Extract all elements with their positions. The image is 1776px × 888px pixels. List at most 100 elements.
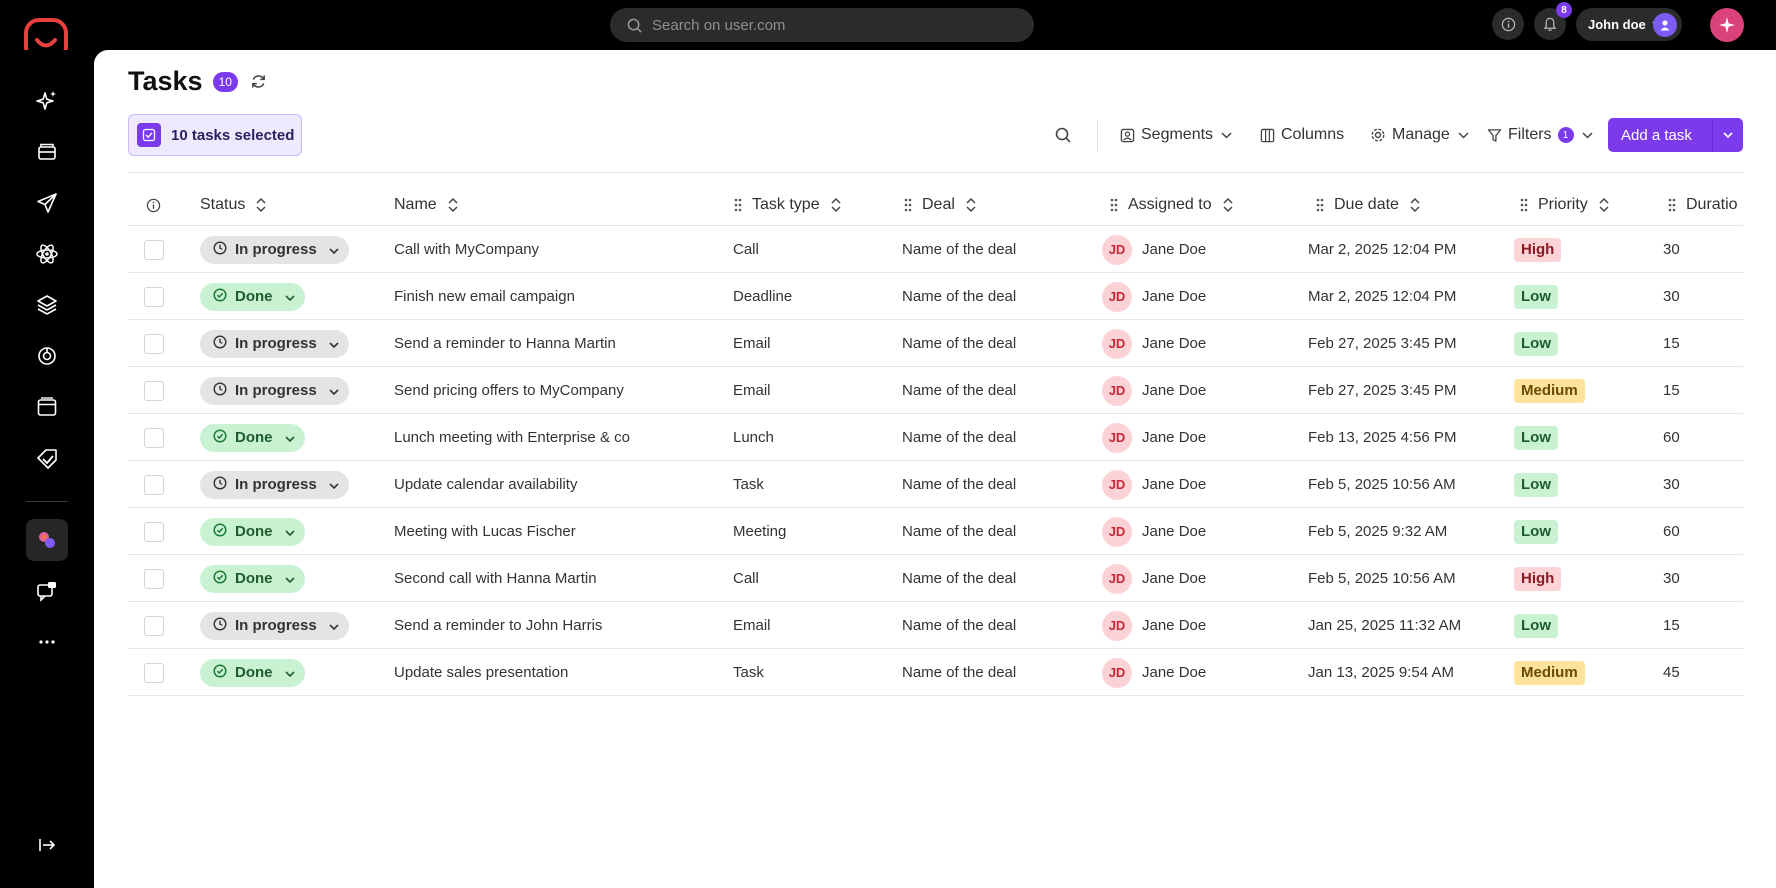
add-task-button[interactable]: Add a task [1608,118,1743,152]
column-header-due-date[interactable]: Due date [1316,188,1421,222]
sidebar-item-inbox[interactable] [26,131,68,173]
sidebar-item-crm[interactable] [26,519,68,561]
status-dropdown[interactable]: Done [200,658,305,687]
table-row[interactable]: In progress Send a reminder to John Harri… [128,602,1743,649]
sidebar-item-analytics[interactable] [26,335,68,377]
selection-indicator[interactable]: 10 tasks selected [128,114,302,156]
sort-icon[interactable] [830,197,842,213]
drag-handle-icon[interactable] [734,198,742,212]
row-checkbox[interactable] [144,287,164,307]
sidebar-item-segments[interactable] [26,284,68,326]
drag-handle-icon[interactable] [1110,198,1118,212]
deal-link[interactable]: Name of the deal [902,555,1016,602]
column-header-task-type[interactable]: Task type [734,188,842,222]
search-input[interactable]: Search on user.com [610,8,1034,42]
sidebar-item-pages[interactable] [26,386,68,428]
column-header-deal[interactable]: Deal [904,188,977,222]
row-checkbox[interactable] [144,381,164,401]
table-row[interactable]: Done Lunch meeting with Enterprise & co Lu… [128,414,1743,461]
column-header-name[interactable]: Name [394,188,459,222]
status-dropdown[interactable]: Done [200,517,305,546]
task-name[interactable]: Update sales presentation [394,649,568,696]
status-dropdown[interactable]: In progress [200,611,349,640]
deal-link[interactable]: Name of the deal [902,226,1016,273]
add-task-dropdown[interactable] [1713,132,1743,138]
table-row[interactable]: Done Update sales presentation Task Name of… [128,649,1743,696]
table-row[interactable]: In progress Send a reminder to Hanna Mart… [128,320,1743,367]
table-row[interactable]: Done Second call with Hanna Martin Call Nam… [128,555,1743,602]
status-dropdown[interactable]: In progress [200,329,349,358]
assignee-cell[interactable]: JD Jane Doe [1102,602,1206,649]
deal-link[interactable]: Name of the deal [902,414,1016,461]
assignee-cell[interactable]: JD Jane Doe [1102,367,1206,414]
sidebar-item-ai[interactable] [26,80,68,122]
table-search-button[interactable] [1055,118,1077,152]
task-name[interactable]: Send pricing offers to MyCompany [394,367,624,414]
assignee-cell[interactable]: JD Jane Doe [1102,273,1206,320]
assignee-cell[interactable]: JD Jane Doe [1102,226,1206,273]
column-header-priority[interactable]: Priority [1520,188,1610,222]
sort-icon[interactable] [1222,197,1234,213]
row-checkbox[interactable] [144,663,164,683]
status-dropdown[interactable]: Done [200,564,305,593]
deal-link[interactable]: Name of the deal [902,461,1016,508]
header-info[interactable] [146,188,161,222]
deal-link[interactable]: Name of the deal [902,649,1016,696]
status-dropdown[interactable]: In progress [200,376,349,405]
columns-button[interactable]: Columns [1260,118,1344,152]
assignee-cell[interactable]: JD Jane Doe [1102,508,1206,555]
row-checkbox[interactable] [144,475,164,495]
sort-icon[interactable] [447,197,459,213]
status-dropdown[interactable]: Done [200,423,305,452]
sidebar-item-automation[interactable] [26,233,68,275]
deal-link[interactable]: Name of the deal [902,273,1016,320]
sort-icon[interactable] [255,197,267,213]
assignee-cell[interactable]: JD Jane Doe [1102,320,1206,367]
task-name[interactable]: Second call with Hanna Martin [394,555,597,602]
row-checkbox[interactable] [144,616,164,636]
collapse-sidebar-button[interactable] [26,824,68,866]
status-dropdown[interactable]: In progress [200,235,349,264]
table-row[interactable]: In progress Update calendar availability T… [128,461,1743,508]
segments-dropdown[interactable]: Segments [1120,118,1232,152]
sort-icon[interactable] [965,197,977,213]
drag-handle-icon[interactable] [1316,198,1324,212]
row-checkbox[interactable] [144,240,164,260]
info-button[interactable] [1492,8,1524,40]
deal-link[interactable]: Name of the deal [902,602,1016,649]
row-checkbox[interactable] [144,522,164,542]
task-name[interactable]: Lunch meeting with Enterprise & co [394,414,630,461]
table-row[interactable]: Done Finish new email campaign Deadline Nam… [128,273,1743,320]
table-row[interactable]: In progress Call with MyCompany Call Name o… [128,226,1743,273]
drag-handle-icon[interactable] [904,198,912,212]
refresh-icon[interactable] [250,73,267,90]
task-name[interactable]: Send a reminder to Hanna Martin [394,320,616,367]
task-name[interactable]: Send a reminder to John Harris [394,602,602,649]
assignee-cell[interactable]: JD Jane Doe [1102,461,1206,508]
assignee-cell[interactable]: JD Jane Doe [1102,649,1206,696]
task-name[interactable]: Call with MyCompany [394,226,539,273]
drag-handle-icon[interactable] [1668,198,1676,212]
notifications-button[interactable]: 8 [1534,2,1572,40]
sidebar-item-send[interactable] [26,182,68,224]
deal-link[interactable]: Name of the deal [902,320,1016,367]
column-header-assigned-to[interactable]: Assigned to [1110,188,1234,222]
assignee-cell[interactable]: JD Jane Doe [1102,555,1206,602]
column-header-status[interactable]: Status [200,188,267,222]
table-row[interactable]: Done Meeting with Lucas Fischer Meeting Nam… [128,508,1743,555]
assignee-cell[interactable]: JD Jane Doe [1102,414,1206,461]
task-name[interactable]: Update calendar availability [394,461,577,508]
ai-assistant-button[interactable] [1710,8,1744,42]
row-checkbox[interactable] [144,428,164,448]
row-checkbox[interactable] [144,334,164,354]
status-dropdown[interactable]: Done [200,282,305,311]
task-name[interactable]: Finish new email campaign [394,273,575,320]
deal-link[interactable]: Name of the deal [902,508,1016,555]
sidebar-item-more[interactable] [26,621,68,663]
row-checkbox[interactable] [144,569,164,589]
manage-dropdown[interactable]: Manage [1370,118,1469,152]
table-row[interactable]: In progress Send pricing offers to MyComp… [128,367,1743,414]
deal-link[interactable]: Name of the deal [902,367,1016,414]
drag-handle-icon[interactable] [1520,198,1528,212]
sort-icon[interactable] [1409,197,1421,213]
